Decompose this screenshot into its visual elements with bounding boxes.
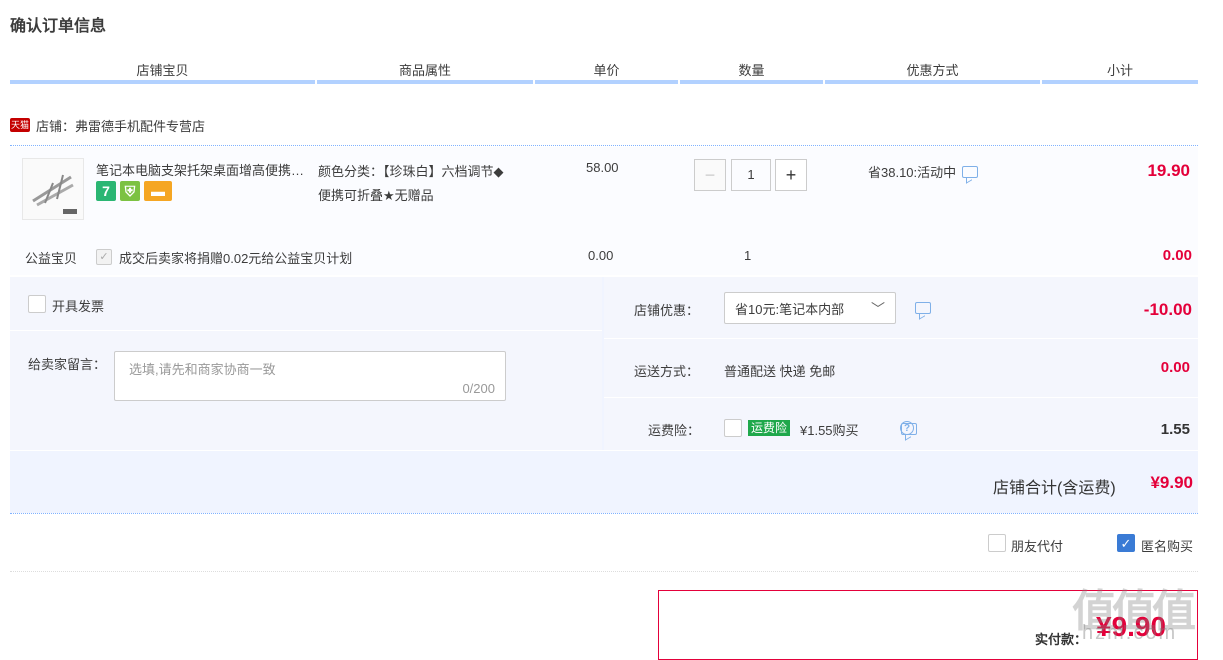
credit-card-icon: ▬ — [144, 181, 172, 201]
column-header-item: 店铺宝贝 — [136, 63, 189, 78]
message-label: 给卖家留言： — [28, 357, 107, 372]
quantity-input[interactable]: 1 — [731, 159, 771, 191]
charity-label: 公益宝贝 — [25, 251, 78, 266]
chevron-down-icon: ﹀ — [871, 301, 885, 317]
header-underline — [825, 80, 1040, 84]
product-title[interactable]: 笔记本电脑支架托架桌面增高便携可折叠 — [96, 160, 311, 179]
column-header-subtotal: 小计 — [1106, 63, 1133, 78]
column-header-qty: 数量 — [738, 63, 765, 78]
divider — [604, 397, 1198, 398]
header-underline — [10, 80, 315, 84]
column-header-promo: 优惠方式 — [906, 63, 959, 78]
unit-price: 58.00 — [586, 160, 619, 175]
anonymous-label: 匿名购买 — [1141, 539, 1194, 554]
product-attributes: 颜色分类：【珍珠白】六档调节◆ 便携可折叠★无赠品 — [318, 160, 568, 208]
message-placeholder: 选填,请先和商家协商一致 — [129, 362, 276, 377]
insurance-checkbox[interactable] — [724, 419, 742, 437]
invoice-checkbox[interactable] — [28, 295, 46, 313]
insurance-tag: 运费险 — [748, 419, 791, 436]
tmall-icon: 天猫 — [10, 118, 30, 132]
shop-total-label: 店铺合计(含运费) — [993, 480, 1116, 497]
header-underline — [317, 80, 533, 84]
divider — [604, 338, 1198, 339]
divider — [10, 513, 1198, 514]
header-underline — [535, 80, 678, 84]
shop-name[interactable]: 店铺：弗雷德手机配件专营店 — [36, 116, 205, 135]
divider — [10, 145, 1198, 146]
column-header-price: 单价 — [593, 63, 620, 78]
message-char-counter: 0/200 — [462, 381, 495, 396]
charity-checkbox: ✓ — [96, 249, 112, 265]
service-badges: 7 ⛨ ▬ — [96, 181, 172, 201]
shop-discount-select[interactable]: 省10元:笔记本内部 ﹀ — [724, 292, 896, 324]
quantity-increment-button[interactable]: + — [775, 159, 807, 191]
shop-row: 天猫 店铺：弗雷德手机配件专营店 — [10, 116, 205, 134]
charity-text: 成交后卖家将捐赠0.02元给公益宝贝计划 — [119, 251, 353, 266]
laptop-stand-icon — [23, 159, 83, 219]
shop-total-amount: ¥9.90 — [1150, 473, 1193, 492]
charity-subtotal: 0.00 — [1162, 247, 1192, 264]
chat-icon[interactable] — [915, 302, 931, 314]
item-promotion: 省38.10:活动中 — [868, 162, 979, 181]
chat-icon[interactable] — [962, 165, 979, 178]
attribute-line: 颜色分类：【珍珠白】六档调节◆ — [318, 164, 504, 179]
invoice-label: 开具发票 — [52, 299, 105, 314]
charity-price: 0.00 — [588, 248, 614, 263]
delivery-amount: 0.00 — [1160, 359, 1190, 376]
guarantee-icon: ⛨ — [120, 181, 140, 201]
help-icon[interactable]: ? — [900, 421, 914, 435]
shop-discount-value: 省10元:笔记本内部 — [735, 301, 845, 317]
insurance-price: ¥1.55购买 — [800, 423, 859, 438]
header-underline — [680, 80, 823, 84]
item-subtotal: 19.90 — [1147, 161, 1190, 180]
insurance-amount: 1.55 — [1160, 421, 1190, 438]
shop-discount-label: 店铺优惠： — [634, 303, 700, 318]
promotion-text: 省38.10:活动中 — [868, 165, 957, 180]
header-underline — [1042, 80, 1198, 84]
watermark-text: hzm.com — [1082, 622, 1178, 644]
friend-pay-checkbox[interactable] — [988, 534, 1006, 552]
quantity-decrement-button[interactable]: − — [694, 159, 726, 191]
seven-day-return-icon: 7 — [96, 181, 116, 201]
column-header-attr: 商品属性 — [398, 63, 451, 78]
shop-discount-amount: -10.00 — [1143, 300, 1192, 319]
product-thumbnail[interactable] — [22, 158, 84, 220]
divider — [10, 450, 1198, 451]
delivery-label: 运送方式： — [634, 364, 700, 379]
anonymous-checkbox[interactable]: ✓ — [1117, 534, 1135, 552]
insurance-label: 运费险： — [648, 423, 701, 438]
page-title: 确认订单信息 — [10, 18, 107, 35]
charity-qty: 1 — [744, 248, 752, 263]
attribute-line: 便携可折叠★无赠品 — [318, 188, 434, 203]
seller-message-input[interactable]: 选填,请先和商家协商一致 0/200 — [114, 351, 506, 401]
delivery-method: 普通配送 快递 免邮 — [724, 364, 836, 379]
divider — [10, 571, 1198, 572]
friend-pay-label: 朋友代付 — [1011, 539, 1064, 554]
divider — [10, 330, 602, 331]
